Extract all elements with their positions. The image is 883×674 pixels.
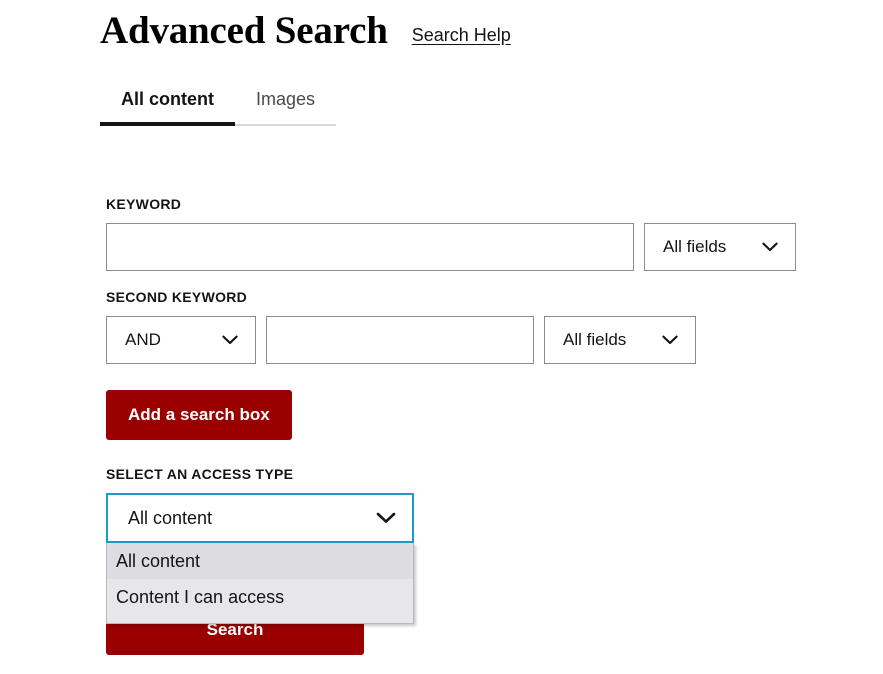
page-title: Advanced Search [100,9,388,52]
search-help-link[interactable]: Search Help [412,24,511,46]
second-keyword-input[interactable] [266,316,534,364]
access-type-value: All content [128,507,213,528]
chevron-down-icon [662,335,678,345]
keyword-field-scope-value: All fields [663,237,727,256]
content-type-tabs: All content Images [100,88,337,126]
access-type-option-content-i-can-access[interactable]: Content I can access [107,579,413,615]
add-search-box-button[interactable]: Add a search box [106,390,292,440]
tab-all-content[interactable]: All content [100,88,235,126]
boolean-operator-value: AND [125,330,161,349]
tab-images[interactable]: Images [235,88,337,126]
chevron-down-icon [222,335,238,345]
page-header: Advanced Search Search Help [100,8,511,54]
keyword-label: KEYWORD [106,196,182,212]
chevron-down-icon [376,512,396,524]
access-type-select[interactable]: All content [106,493,414,543]
keyword-input[interactable] [106,223,634,271]
second-keyword-label: SECOND KEYWORD [106,289,248,305]
second-keyword-field-scope-select[interactable]: All fields [544,316,696,364]
keyword-field-scope-select[interactable]: All fields [644,223,796,271]
keyword-row: All fields [106,223,806,271]
access-type-option-all-content[interactable]: All content [107,543,413,579]
advanced-search-page: Advanced Search Search Help All content … [0,0,883,674]
access-type-label: SELECT AN ACCESS TYPE [106,466,294,482]
chevron-down-icon [762,242,778,252]
second-keyword-field-scope-value: All fields [563,330,627,349]
second-keyword-row: AND All fields [106,316,806,364]
boolean-operator-select[interactable]: AND [106,316,256,364]
access-type-control: Search All content All content Content I… [106,493,414,655]
advanced-search-form: KEYWORD All fields SECOND KEYWORD AND Al… [106,196,806,655]
access-type-dropdown: All content Content I can access [106,543,414,624]
